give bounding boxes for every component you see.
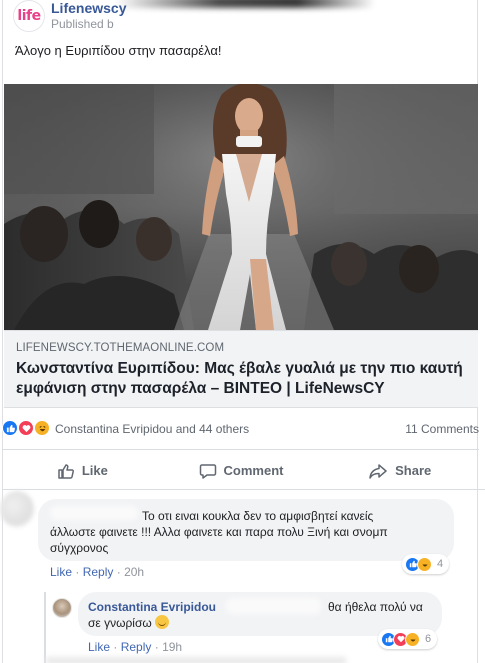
reply-like-link[interactable]: Like — [88, 640, 110, 654]
reply-author-avatar[interactable] — [52, 598, 72, 618]
comment-meta: Like · Reply · 20h — [50, 565, 145, 579]
reply-time[interactable]: 19h — [162, 640, 182, 654]
reply-reactions[interactable]: 6 — [378, 629, 438, 649]
comment-text: Το οτι ειναι κουκλα δεν το αμφισβητεί κα… — [50, 508, 446, 556]
reply-text-line: θα ήθελα πολύ να — [328, 600, 423, 614]
comment-reactions[interactable]: 4 — [402, 554, 450, 574]
comment-time[interactable]: 20h — [124, 565, 144, 579]
reply-reply-link[interactable]: Reply — [121, 640, 152, 654]
reply-meta: Like · Reply · 19h — [88, 640, 183, 654]
reply-bubble: Constantina Evripidou θα ήθελα πολύ να σ… — [78, 592, 442, 649]
haha-reaction-icon — [417, 556, 432, 572]
post-video-thumbnail[interactable] — [4, 84, 478, 330]
reactors-text[interactable]: Constantina Evripidou and 44 others — [55, 422, 249, 436]
comment-like-link[interactable]: Like — [50, 565, 72, 579]
page-logo[interactable]: life — [13, 0, 45, 32]
haha-reaction-icon — [405, 631, 420, 647]
reactions-summary[interactable]: Constantina Evripidou and 44 others 11 C… — [2, 417, 479, 441]
reply-text: θα ήθελα πολύ να — [88, 599, 436, 615]
like-label: Like — [81, 463, 108, 478]
smile-emoji-icon — [154, 615, 169, 629]
like-button[interactable]: Like — [3, 452, 162, 489]
comment-bubble: Το οτι ειναι κουκλα δεν το αμφισβητεί κα… — [38, 499, 454, 574]
link-domain: LIFENEWSCY.TOTHEMAONLINE.COM — [16, 342, 225, 354]
share-label: Share — [395, 463, 432, 478]
divider — [3, 489, 485, 490]
divider — [3, 449, 479, 450]
thumbs-up-icon — [58, 463, 74, 479]
comment-reaction-count: 4 — [437, 558, 444, 570]
comment-text-line: άλλωστε φαινετε !!! Αλλα φαινετε και παρ… — [50, 525, 388, 555]
haha-reaction-icon — [34, 420, 50, 436]
share-icon — [369, 463, 387, 479]
comments-count[interactable]: 11 Comments — [405, 422, 479, 436]
link-preview[interactable]: LIFENEWSCY.TOTHEMAONLINE.COM Κωνσταντίνα… — [4, 330, 478, 408]
reply-text-line-2: σε γνωρίσω — [88, 615, 169, 630]
published-label: Published b — [51, 17, 114, 31]
redacted-bottom-area — [46, 657, 346, 663]
comment-reply-link[interactable]: Reply — [83, 565, 114, 579]
comment-label: Comment — [223, 463, 284, 478]
comment-text-line: Το οτι ειναι κουκλα δεν το αμφισβητεί κα… — [142, 509, 374, 523]
page-logo-text: life — [17, 8, 41, 24]
reply-reaction-count: 6 — [425, 633, 432, 645]
post-actions-bar: Like Comment Share — [3, 452, 479, 489]
link-title: Κωνσταντίνα Ευριπίδου: Μας έβαλε γυαλιά … — [16, 360, 463, 397]
comment-button[interactable]: Comment — [162, 452, 321, 489]
share-button[interactable]: Share — [320, 452, 479, 489]
redacted-header-area — [115, 0, 375, 8]
commenter-avatar[interactable] — [0, 491, 34, 527]
love-reaction-icon — [18, 420, 34, 436]
like-reaction-icon — [2, 420, 18, 436]
comment-icon — [199, 463, 216, 479]
reply-thread-line — [44, 592, 46, 663]
reply-text-rest: σε γνωρίσω — [88, 616, 152, 630]
post-text: Άλογο η Ευριπίδου στην πασαρέλα! — [15, 43, 222, 58]
runway-image — [4, 84, 478, 330]
